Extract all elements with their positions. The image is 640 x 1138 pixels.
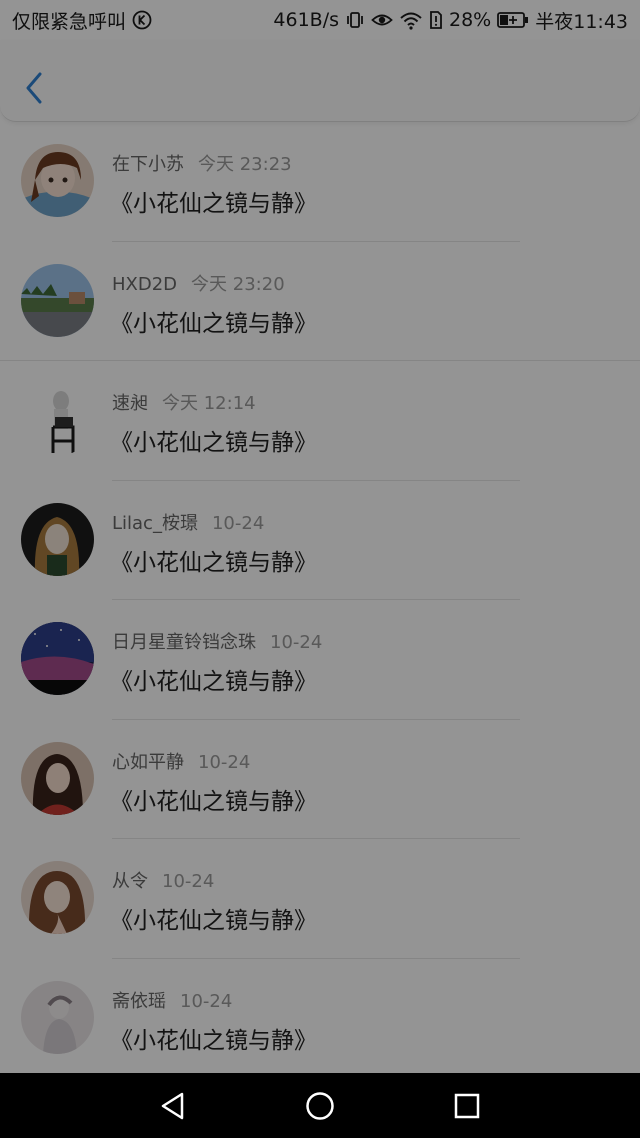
- work-title[interactable]: 《小花仙之镜与静》: [110, 304, 317, 338]
- square-recents-icon: [454, 1093, 479, 1118]
- back-button[interactable]: [18, 68, 50, 108]
- username[interactable]: 速昶: [112, 393, 148, 414]
- status-bar: 仅限紧急呼叫 461B/s 28% 半夜11:43: [0, 0, 640, 40]
- item-meta: 速昶 今天 12:14: [112, 389, 256, 415]
- avatar[interactable]: [21, 861, 94, 934]
- list-item[interactable]: 速昶 今天 12:14 《小花仙之镜与静》: [0, 361, 640, 481]
- network-speed: 461B/s: [273, 9, 339, 31]
- list-item[interactable]: 从令 10-24 《小花仙之镜与静》: [0, 839, 640, 959]
- avatar[interactable]: [21, 622, 94, 695]
- work-title[interactable]: 《小花仙之镜与静》: [110, 1021, 317, 1055]
- avatar[interactable]: [21, 383, 94, 456]
- list-item[interactable]: 斋依瑶 10-24 《小花仙之镜与静》: [0, 959, 640, 1079]
- username[interactable]: 心如平静: [112, 752, 184, 773]
- timestamp: 10-24: [180, 990, 233, 1012]
- timestamp: 10-24: [198, 751, 251, 773]
- k-circle-icon: [132, 10, 152, 30]
- work-title[interactable]: 《小花仙之镜与静》: [110, 543, 317, 577]
- system-nav-bar: [0, 1073, 640, 1138]
- timestamp: 今天 23:23: [198, 154, 292, 175]
- header-bar: [0, 40, 640, 122]
- item-meta: Lilac_桉璟 10-24: [112, 509, 264, 535]
- username[interactable]: 斋依瑶: [112, 991, 166, 1012]
- item-meta: HXD2D 今天 23:20: [112, 270, 285, 296]
- timestamp: 10-24: [211, 512, 265, 534]
- list-item[interactable]: 心如平静 10-24 《小花仙之镜与静》: [0, 720, 640, 839]
- like-list: 在下小苏 今天 23:23 《小花仙之镜与静》 HXD2D 今天 23:20 《小花…: [0, 122, 640, 1078]
- avatar[interactable]: [21, 741, 94, 815]
- circle-home-icon: [306, 1091, 334, 1120]
- list-item[interactable]: 日月星童铃铛念珠 10-24 《小花仙之镜与静》: [0, 600, 640, 720]
- username[interactable]: 在下小苏: [112, 154, 184, 175]
- battery-charging-icon: [497, 11, 529, 29]
- status-left: 仅限紧急呼叫: [12, 7, 152, 34]
- timestamp: 10-24: [162, 871, 215, 892]
- avatar[interactable]: [21, 144, 94, 217]
- vibrate-icon: [345, 10, 365, 30]
- status-right: 461B/s 28% 半夜11:43: [273, 7, 628, 34]
- work-title[interactable]: 《小花仙之镜与静》: [110, 901, 317, 935]
- username[interactable]: 从令: [112, 871, 148, 892]
- timestamp: 10-24: [270, 632, 323, 653]
- item-meta: 从令 10-24: [112, 867, 214, 893]
- sim-alert-icon: [429, 10, 443, 30]
- clock-time: 半夜11:43: [535, 10, 628, 33]
- nav-recents-button[interactable]: [437, 1081, 497, 1131]
- list-item[interactable]: HXD2D 今天 23:20 《小花仙之镜与静》: [0, 242, 640, 361]
- avatar[interactable]: [21, 502, 94, 576]
- list-item[interactable]: 在下小苏 今天 23:23 《小花仙之镜与静》: [0, 122, 640, 242]
- username[interactable]: HXD2D: [112, 274, 177, 295]
- chevron-left-icon: [26, 72, 42, 104]
- triangle-back-icon: [162, 1092, 184, 1119]
- item-meta: 斋依瑶 10-24: [112, 987, 232, 1013]
- work-title[interactable]: 《小花仙之镜与静》: [110, 184, 317, 218]
- item-meta: 心如平静 10-24: [112, 748, 250, 774]
- timestamp: 今天 23:20: [191, 273, 285, 295]
- wifi-icon: [399, 10, 423, 30]
- avatar[interactable]: [21, 263, 94, 337]
- item-meta: 在下小苏 今天 23:23: [112, 150, 292, 176]
- work-title[interactable]: 《小花仙之镜与静》: [110, 782, 317, 816]
- avatar[interactable]: [21, 980, 94, 1054]
- timestamp: 今天 12:14: [162, 393, 256, 414]
- nav-home-button[interactable]: [290, 1081, 350, 1131]
- username[interactable]: Lilac_桉璟: [112, 513, 198, 534]
- work-title[interactable]: 《小花仙之镜与静》: [110, 423, 317, 457]
- eye-icon: [371, 10, 393, 30]
- item-meta: 日月星童铃铛念珠 10-24: [112, 628, 322, 654]
- list-item[interactable]: Lilac_桉璟 10-24 《小花仙之镜与静》: [0, 481, 640, 600]
- nav-back-button[interactable]: [143, 1081, 203, 1131]
- battery-percent: 28%: [449, 9, 492, 31]
- work-title[interactable]: 《小花仙之镜与静》: [110, 662, 317, 696]
- username[interactable]: 日月星童铃铛念珠: [112, 632, 256, 653]
- carrier-text: 仅限紧急呼叫: [12, 10, 127, 33]
